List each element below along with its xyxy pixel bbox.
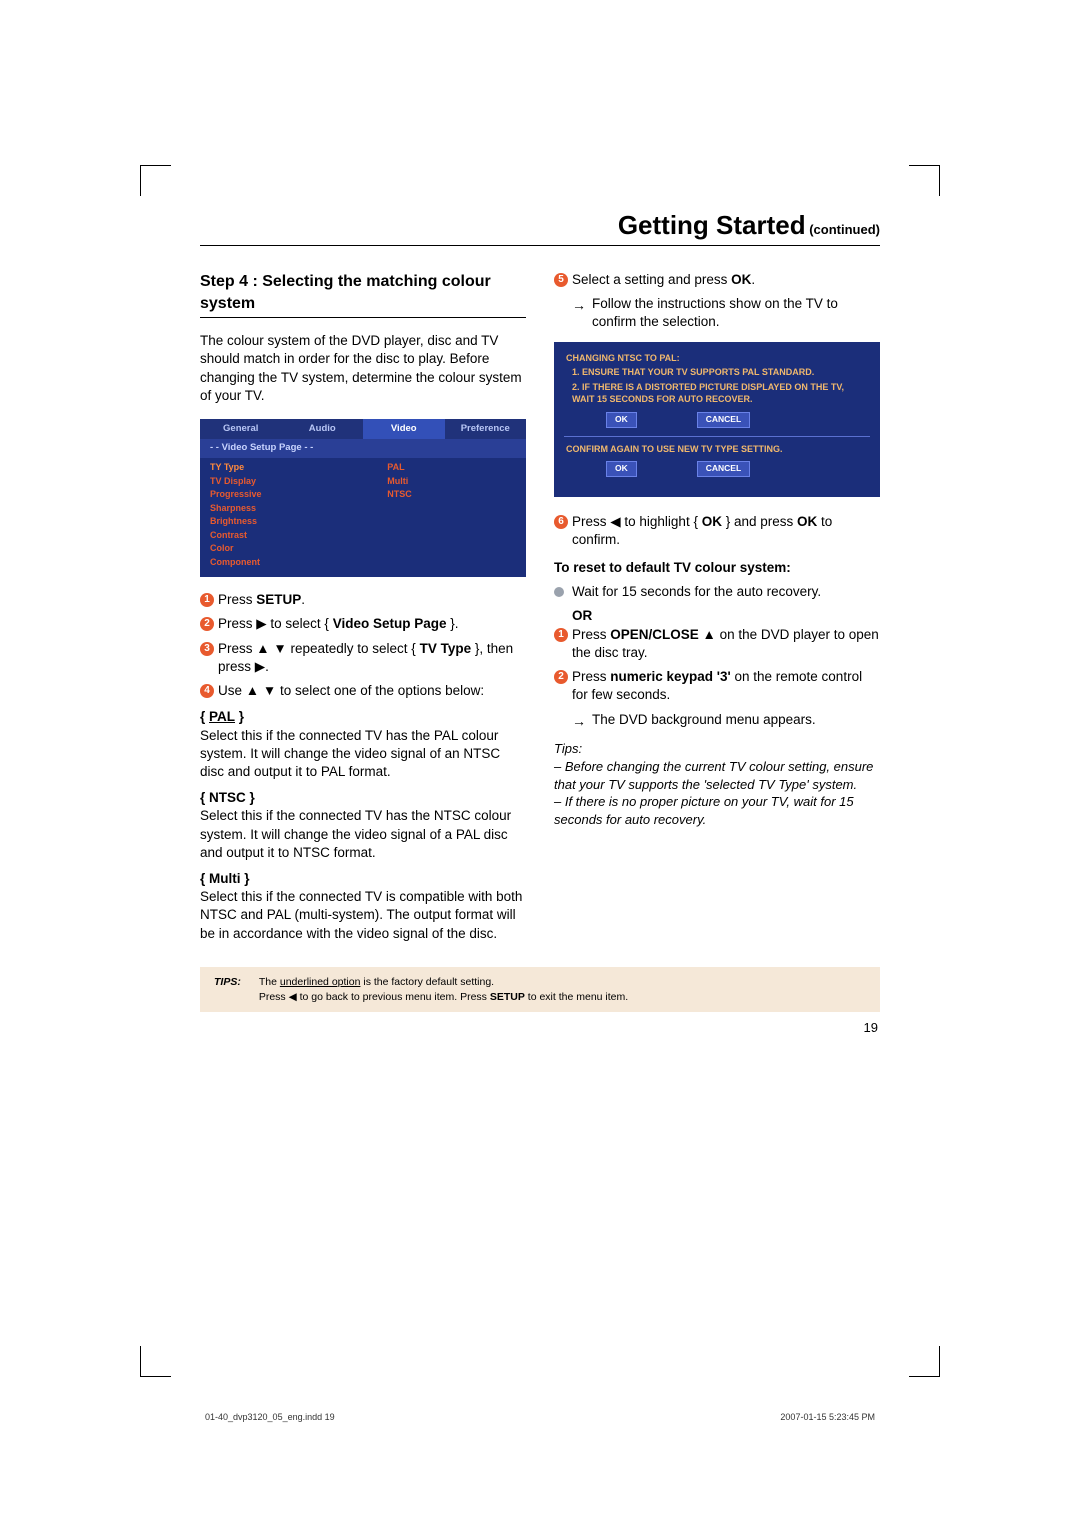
tips-footer: TIPS: The underlined option is the facto… <box>200 967 880 1012</box>
menu-tab-audio: Audio <box>282 419 364 440</box>
bullet-6-icon: 6 <box>554 515 568 529</box>
menu-tab-video: Video <box>363 419 445 440</box>
page-header: Getting Started (continued) <box>200 210 880 246</box>
dialog-screenshot: CHANGING NTSC TO PAL: 1. ENSURE THAT YOU… <box>554 342 880 497</box>
tips-block: Tips: – Before changing the current TV c… <box>554 740 880 828</box>
menu-opt-multi: Multi <box>387 475 516 489</box>
ntsc-label: { NTSC } <box>200 789 526 807</box>
step-6: 6 Press ◀ to highlight { OK } and press … <box>554 513 880 549</box>
imprint-right: 2007-01-15 5:23:45 PM <box>780 1412 875 1422</box>
step-5: 5 Select a setting and press OK. <box>554 271 880 289</box>
step-1: 1 Press SETUP. <box>200 591 526 609</box>
bullet-r1-icon: 1 <box>554 628 568 642</box>
menu-tabs: General Audio Video Preference <box>200 419 526 440</box>
bullet-5-icon: 5 <box>554 273 568 287</box>
step-5-sub: → Follow the instructions show on the TV… <box>554 295 880 331</box>
step-title: Step 4 : Selecting the matching colour s… <box>200 271 526 318</box>
bullet-r2-icon: 2 <box>554 670 568 684</box>
tips-label: Tips: <box>554 740 880 758</box>
menu-tab-preference: Preference <box>445 419 527 440</box>
reset-step-2-sub: → The DVD background menu appears. <box>554 711 880 731</box>
imprint-footer: 01-40_dvp3120_05_eng.indd 19 2007-01-15 … <box>205 1412 875 1422</box>
dlg-ok-2: OK <box>606 461 637 476</box>
or-label: OR <box>572 608 592 623</box>
dlg-l2: 1. ENSURE THAT YOUR TV SUPPORTS PAL STAN… <box>566 366 868 379</box>
step-2: 2 Press ▶ to select { Video Setup Page }… <box>200 615 526 633</box>
menu-screenshot: General Audio Video Preference - - Video… <box>200 419 526 578</box>
menu-row-contrast: Contrast <box>210 529 377 543</box>
menu-opt-ntsc: NTSC <box>387 488 516 502</box>
dlg-l3: 2. IF THERE IS A DISTORTED PICTURE DISPL… <box>566 381 868 406</box>
pal-desc: Select this if the connected TV has the … <box>200 727 526 782</box>
dlg-cancel-1: CANCEL <box>697 412 750 427</box>
page-number: 19 <box>200 1020 880 1035</box>
bullet-4-icon: 4 <box>200 684 214 698</box>
reset-heading: To reset to default TV colour system: <box>554 559 880 577</box>
wait-line: Wait for 15 seconds for the auto recover… <box>554 583 880 601</box>
step-3: 3 Press ▲ ▼ repeatedly to select { TV Ty… <box>200 640 526 676</box>
bullet-1-icon: 1 <box>200 593 214 607</box>
left-column: Step 4 : Selecting the matching colour s… <box>200 271 526 947</box>
dlg-cancel-2: CANCEL <box>697 461 750 476</box>
option-pal: { PAL } Select this if the connected TV … <box>200 708 526 781</box>
arrow-icon: → <box>572 296 586 315</box>
bullet-2-icon: 2 <box>200 617 214 631</box>
menu-row-sharpness: Sharpness <box>210 502 377 516</box>
dlg-l4: CONFIRM AGAIN TO USE NEW TV TYPE SETTING… <box>566 443 868 456</box>
dot-bullet-icon <box>554 587 564 597</box>
multi-label: { Multi } <box>200 870 526 888</box>
menu-row-tvtype: TY Type <box>210 461 377 475</box>
reset-step-1: 1 Press OPEN/CLOSE ▲ on the DVD player t… <box>554 626 880 662</box>
tip-2: – If there is no proper picture on your … <box>554 793 880 828</box>
tip-1: – Before changing the current TV colour … <box>554 758 880 793</box>
pal-label: PAL <box>209 709 235 724</box>
step-4: 4 Use ▲ ▼ to select one of the options b… <box>200 682 526 700</box>
ntsc-desc: Select this if the connected TV has the … <box>200 807 526 862</box>
arrow-icon: → <box>572 712 586 731</box>
header-subtitle: (continued) <box>806 222 880 237</box>
multi-desc: Select this if the connected TV is compa… <box>200 888 526 943</box>
right-column: 5 Select a setting and press OK. → Follo… <box>554 271 880 947</box>
imprint-left: 01-40_dvp3120_05_eng.indd 19 <box>205 1412 335 1422</box>
menu-row-tvdisplay: TV Display <box>210 475 377 489</box>
menu-row-color: Color <box>210 542 377 556</box>
bullet-3-icon: 3 <box>200 642 214 656</box>
menu-row-brightness: Brightness <box>210 515 377 529</box>
menu-row-component: Component <box>210 556 377 570</box>
option-ntsc: { NTSC } Select this if the connected TV… <box>200 789 526 862</box>
menu-tab-general: General <box>200 419 282 440</box>
menu-opt-pal: PAL <box>387 461 516 475</box>
reset-step-2: 2 Press numeric keypad '3' on the remote… <box>554 668 880 704</box>
dlg-ok-1: OK <box>606 412 637 427</box>
intro-para: The colour system of the DVD player, dis… <box>200 332 526 405</box>
menu-row-progressive: Progressive <box>210 488 377 502</box>
menu-subhead: - - Video Setup Page - - <box>200 439 526 458</box>
tips-footer-label: TIPS: <box>214 975 241 1004</box>
option-multi: { Multi } Select this if the connected T… <box>200 870 526 943</box>
dlg-l1: CHANGING NTSC TO PAL: <box>566 352 868 365</box>
header-title: Getting Started <box>618 210 806 240</box>
